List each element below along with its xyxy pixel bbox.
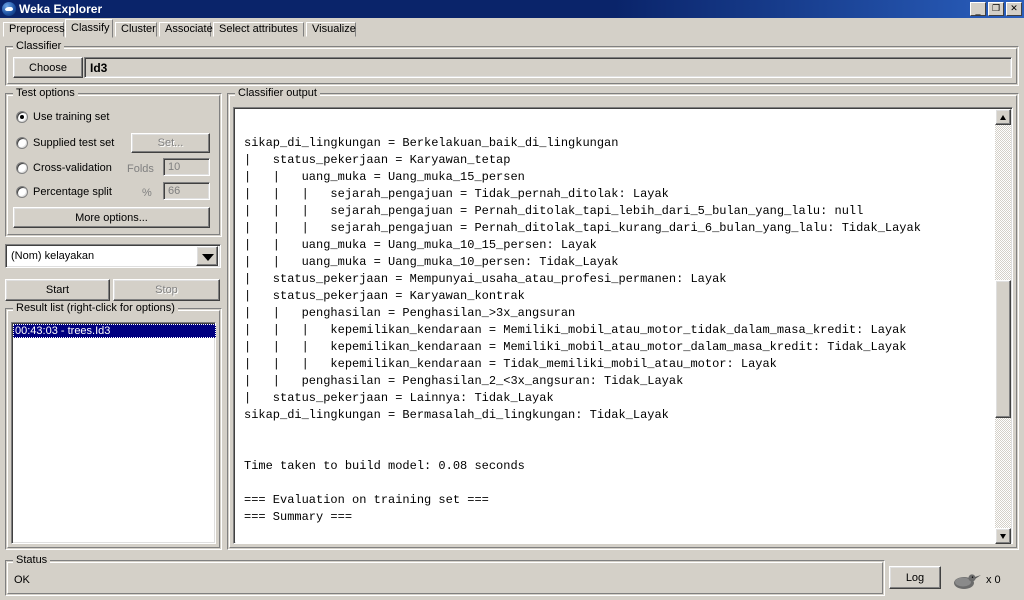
- triangle-up-icon: [1000, 115, 1006, 120]
- chevron-down-icon: [202, 254, 214, 261]
- choose-button[interactable]: Choose: [13, 57, 83, 78]
- radio-use-training-set-icon: [16, 111, 28, 123]
- folds-label: Folds: [127, 163, 154, 175]
- scrollbar-thumb[interactable]: [995, 280, 1011, 418]
- classifier-value-text: Id3: [90, 61, 108, 75]
- class-attribute-combo[interactable]: (Nom) kelayakan: [5, 244, 221, 268]
- window-title: Weka Explorer: [19, 2, 103, 16]
- scroll-down-button[interactable]: [995, 528, 1011, 544]
- class-attribute-dropdown-button[interactable]: [196, 246, 218, 266]
- maximize-button[interactable]: ❐: [988, 2, 1004, 16]
- scroll-up-button[interactable]: [995, 109, 1011, 125]
- minimize-icon: _: [975, 5, 981, 15]
- status-group: Status: [5, 554, 885, 596]
- status-message: OK: [14, 574, 30, 586]
- status-group-label: Status: [13, 554, 51, 566]
- set-button[interactable]: Set...: [131, 133, 210, 153]
- folds-input[interactable]: 10: [163, 158, 210, 176]
- radio-use-training-set[interactable]: Use training set: [16, 111, 109, 123]
- minimize-button[interactable]: _: [970, 2, 986, 16]
- classifier-value-field[interactable]: Id3: [84, 57, 1012, 78]
- radio-supplied-test-set-label: Supplied test set: [33, 137, 115, 149]
- tab-cluster[interactable]: Cluster: [115, 22, 157, 37]
- percent-input[interactable]: 66: [163, 182, 210, 200]
- test-options-group-label: Test options: [13, 87, 78, 99]
- more-options-button[interactable]: More options...: [13, 207, 210, 228]
- main-tabs: Preprocess Classify Cluster Associate Se…: [0, 19, 1024, 38]
- radio-use-training-set-label: Use training set: [33, 111, 110, 123]
- folds-value: 10: [168, 161, 181, 173]
- tab-visualize[interactable]: Visualize: [306, 22, 356, 37]
- classifier-group-label: Classifier: [13, 40, 65, 52]
- weka-bird-animation-icon: [954, 574, 981, 589]
- list-item[interactable]: 00:43:03 - trees.Id3: [13, 324, 216, 338]
- tab-associate[interactable]: Associate: [159, 22, 213, 37]
- close-icon: ✕: [1010, 3, 1018, 13]
- class-attribute-value: (Nom) kelayakan: [11, 250, 95, 262]
- title-bar: Weka Explorer _ ❐ ✕: [0, 0, 1024, 18]
- classifier-output-viewport: sikap_di_lingkungan = Berkelakuan_baik_d…: [236, 110, 995, 543]
- percent-label: %: [142, 187, 152, 199]
- output-vertical-scrollbar[interactable]: [995, 109, 1011, 544]
- radio-cross-validation-icon: [16, 162, 28, 174]
- radio-cross-validation-label: Cross-validation: [33, 162, 112, 174]
- weka-bird-icon: [2, 2, 16, 16]
- result-list[interactable]: 00:43:03 - trees.Id3: [11, 322, 216, 544]
- radio-percentage-split[interactable]: Percentage split: [16, 186, 112, 198]
- classifier-output-group-label: Classifier output: [235, 87, 320, 99]
- close-button[interactable]: ✕: [1006, 2, 1022, 16]
- radio-supplied-test-set-icon: [16, 137, 28, 149]
- tab-preprocess[interactable]: Preprocess: [3, 22, 65, 37]
- radio-supplied-test-set[interactable]: Supplied test set: [16, 137, 114, 149]
- stop-button[interactable]: Stop: [113, 279, 220, 301]
- bird-count-label: x 0: [986, 574, 1001, 586]
- radio-cross-validation[interactable]: Cross-validation: [16, 162, 112, 174]
- tab-classify[interactable]: Classify: [65, 19, 113, 38]
- radio-percentage-split-label: Percentage split: [33, 186, 112, 198]
- log-button[interactable]: Log: [889, 566, 941, 589]
- result-list-group-label: Result list (right-click for options): [13, 302, 178, 314]
- window-controls: _ ❐ ✕: [970, 2, 1022, 16]
- classifier-output-text: sikap_di_lingkungan = Berkelakuan_baik_d…: [244, 136, 921, 524]
- start-button[interactable]: Start: [5, 279, 110, 301]
- radio-percentage-split-icon: [16, 186, 28, 198]
- weka-explorer-window: Weka Explorer _ ❐ ✕ Preprocess Classify …: [0, 0, 1024, 600]
- triangle-down-icon: [1000, 534, 1006, 539]
- classifier-output-panel: sikap_di_lingkungan = Berkelakuan_baik_d…: [233, 107, 1013, 544]
- percent-value: 66: [168, 185, 181, 197]
- maximize-icon: ❐: [991, 3, 1001, 13]
- tab-select-attributes[interactable]: Select attributes: [213, 22, 304, 37]
